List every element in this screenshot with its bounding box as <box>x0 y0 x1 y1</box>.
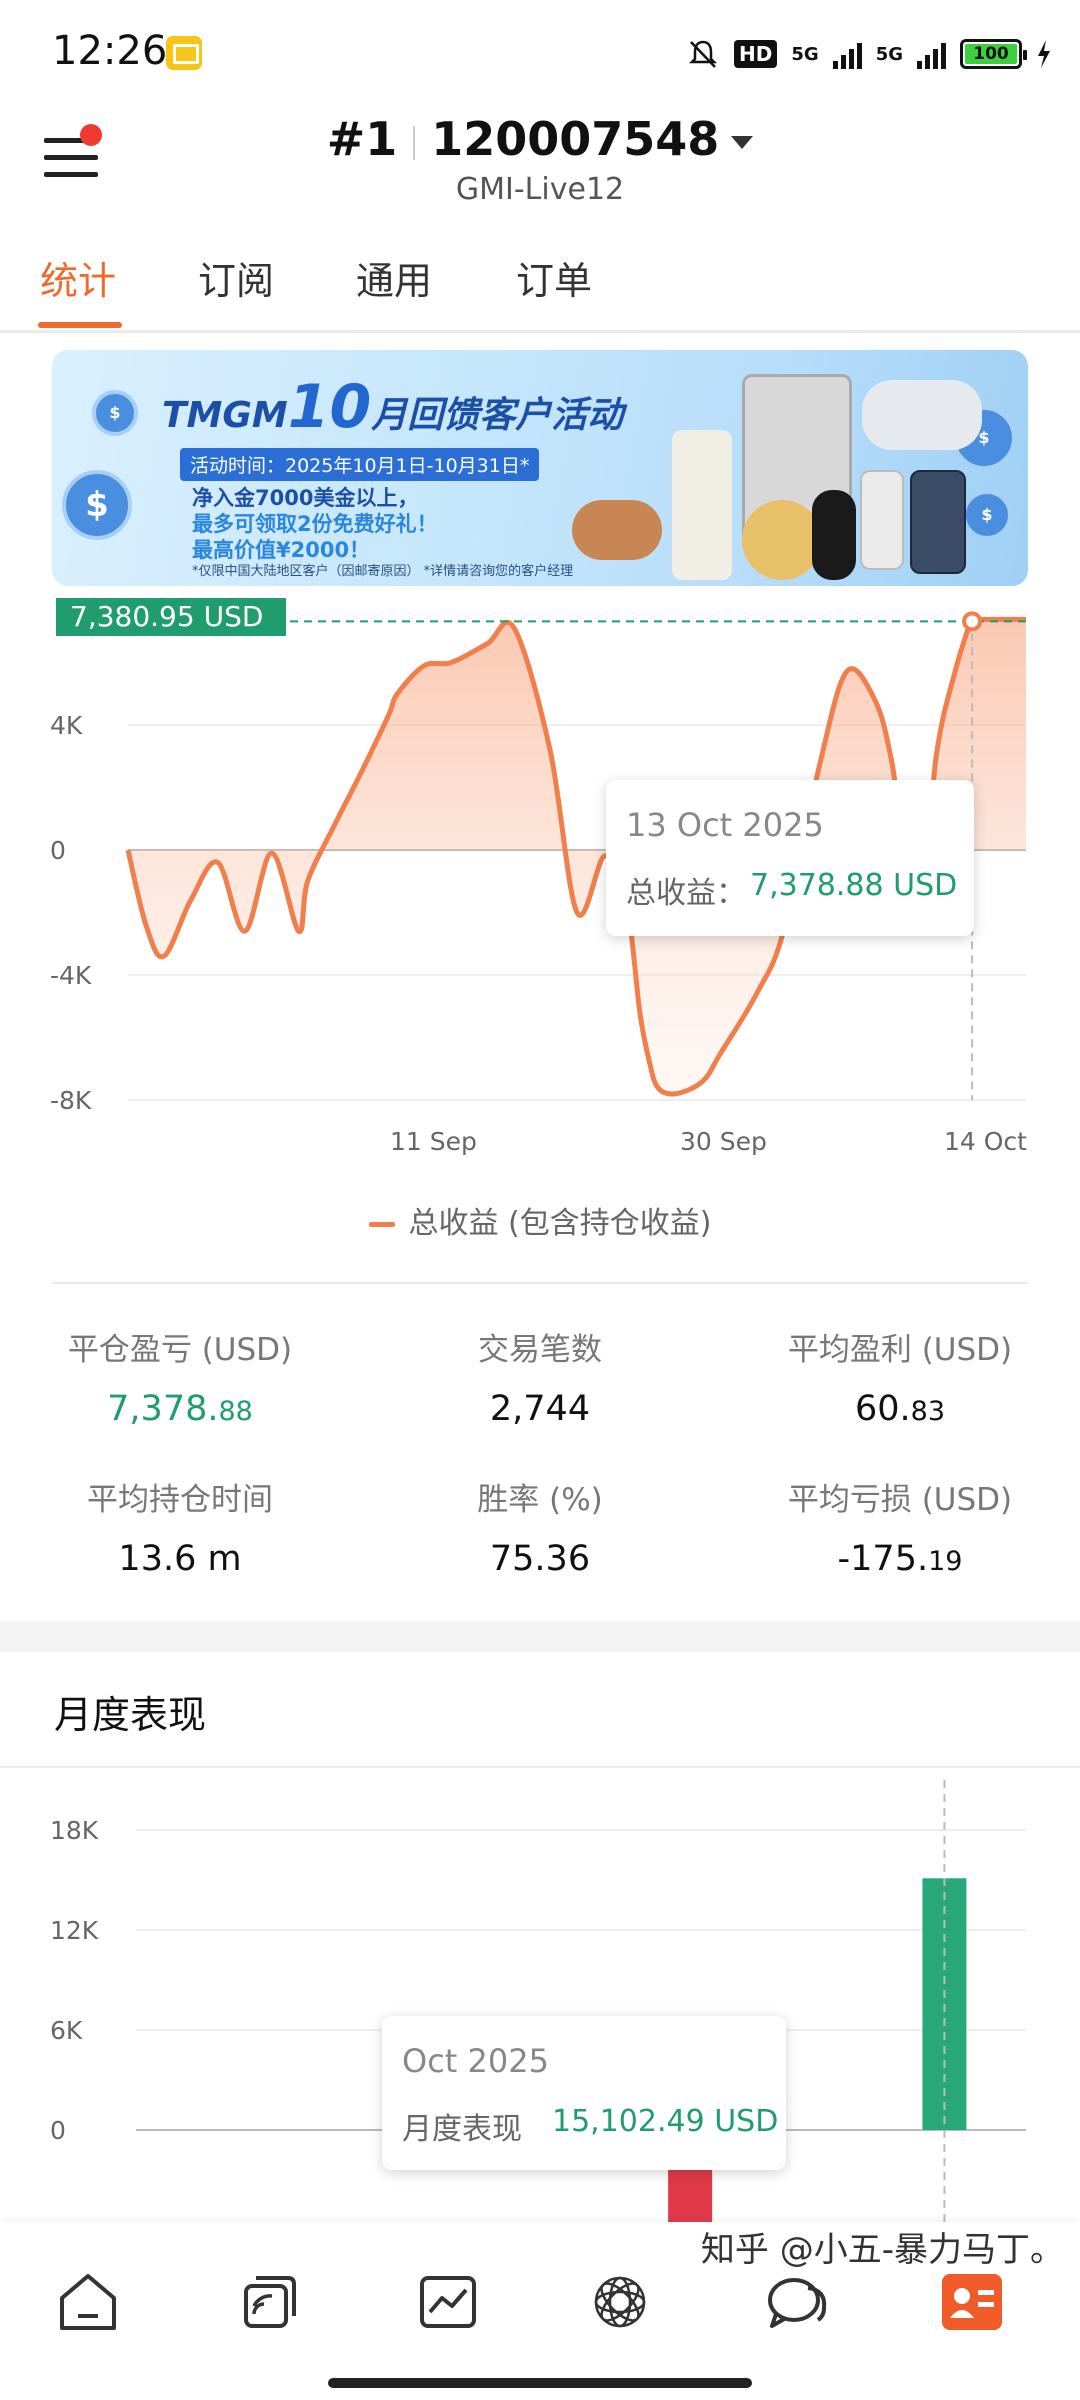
y-tick-label: 18K <box>50 1816 99 1845</box>
server-name: GMI-Live12 <box>455 172 625 207</box>
status-time: 12:26 <box>52 28 168 74</box>
stat-value: -175.19 <box>837 1539 963 1579</box>
section-gap <box>0 1622 1080 1652</box>
stat-label: 胜率 (%) <box>477 1482 603 1518</box>
mail-notification-icon <box>166 36 202 70</box>
y-tick-label: -4K <box>50 961 92 990</box>
stat-value: 75.36 <box>489 1539 591 1579</box>
stat-trade-count: 交易笔数 2,744 <box>370 1324 710 1429</box>
tab-subscribe[interactable]: 订阅 <box>198 250 274 305</box>
home-icon[interactable] <box>48 2262 128 2342</box>
account-card-icon[interactable] <box>932 2262 1012 2342</box>
stat-avg-profit: 平均盈利 (USD) 60.83 <box>730 1324 1070 1429</box>
discover-icon[interactable] <box>580 2262 660 2342</box>
y-tick-label: 0 <box>50 2116 66 2145</box>
legend-swatch <box>368 1222 395 1227</box>
banner-note: *仅限中国大陆地区客户（因邮寄原因） *详情请咨询您的客户经理 <box>192 564 574 579</box>
stat-value: 13.6 m <box>118 1539 242 1579</box>
bell-muted-icon <box>689 40 718 68</box>
stat-win-rate: 胜率 (%) 75.36 <box>370 1474 710 1579</box>
monthly-title: 月度表现 <box>54 1693 207 1737</box>
account-index: #1 <box>326 112 398 166</box>
x-tick-label: 14 Oct <box>944 1127 1027 1156</box>
product-image-phone <box>860 470 904 570</box>
stat-label: 平均亏损 (USD) <box>787 1482 1013 1518</box>
watermark: 知乎 @小五-暴力马丁。 <box>700 2230 1064 2270</box>
tooltip-value: 7,378.88 USD <box>750 868 958 903</box>
account-switcher[interactable]: #1 120007548 <box>0 112 1080 166</box>
signal-icon-2 <box>917 39 946 69</box>
tooltip-value: 15,102.49 USD <box>552 2104 779 2139</box>
stat-avg-loss: 平均亏损 (USD) -175.19 <box>730 1474 1070 1579</box>
y-tick-label: -8K <box>50 1086 92 1115</box>
product-image-supplement <box>742 500 822 580</box>
banner-title: TMGM10月回馈客户活动 <box>162 372 624 442</box>
tooltip-label: 月度表现 <box>402 2112 522 2147</box>
pnl-tooltip: 13 Oct 2025 总收益： 7,378.88 USD <box>606 780 974 936</box>
x-tick-label: 30 Sep <box>680 1127 767 1156</box>
stat-closed-pnl: 平仓盈亏 (USD) 7,378.88 <box>10 1324 350 1429</box>
chevron-down-icon <box>731 136 754 149</box>
network-label-1: 5G <box>791 43 819 65</box>
product-image-drone <box>862 380 982 450</box>
coin-icon <box>62 470 132 540</box>
charging-icon <box>1038 40 1050 68</box>
tab-statistics[interactable]: 统计 <box>40 250 116 305</box>
stat-value: 60.83 <box>854 1389 946 1429</box>
tab-general[interactable]: 通用 <box>356 250 432 305</box>
tooltip-label: 总收益： <box>626 876 746 911</box>
chat-icon[interactable] <box>758 2262 838 2342</box>
y-tick-label: 4K <box>50 711 83 740</box>
tab-bar: 统计 订阅 通用 订单 <box>0 250 1080 332</box>
tab-orders[interactable]: 订单 <box>516 250 592 305</box>
max-value-label: 7,380.95 USD <box>56 598 286 636</box>
battery-icon: 100 <box>960 39 1027 69</box>
tooltip-date: Oct 2025 <box>402 2042 549 2080</box>
divider <box>0 1766 1080 1768</box>
stat-label: 平均盈利 (USD) <box>787 1332 1013 1368</box>
stat-label: 平仓盈亏 (USD) <box>67 1332 293 1368</box>
divider <box>52 1282 1028 1284</box>
tabs-divider <box>0 330 1080 333</box>
pnl-legend[interactable]: 总收益 (包含持仓收益) <box>0 1198 1080 1242</box>
banner-date: 活动时间：2025年10月1日-10月31日* <box>180 448 540 481</box>
monthly-tooltip: Oct 2025 月度表现 15,102.49 USD <box>382 2016 786 2170</box>
stat-label: 平均持仓时间 <box>87 1482 273 1518</box>
tooltip-date: 13 Oct 2025 <box>626 806 824 844</box>
stat-value: 7,378.88 <box>107 1389 253 1429</box>
hd-badge: HD <box>734 40 778 68</box>
product-image-band <box>812 490 856 580</box>
y-tick-label: 12K <box>50 1916 99 1945</box>
x-tick-label: 11 Sep <box>390 1127 477 1156</box>
home-indicator[interactable] <box>328 2378 752 2388</box>
highlight-point <box>962 611 983 632</box>
stat-value: 2,744 <box>489 1389 591 1429</box>
legend-label: 总收益 (包含持仓收益) <box>408 1206 712 1241</box>
product-image-phone <box>910 470 966 574</box>
product-image-tumbler <box>672 430 732 580</box>
signal-icon-1 <box>832 39 862 69</box>
network-label-2: 5G <box>875 43 903 65</box>
chart-icon[interactable] <box>408 2262 488 2342</box>
y-tick-label: 6K <box>50 2016 83 2045</box>
coin-icon <box>92 390 138 436</box>
account-number: 120007548 <box>431 112 720 166</box>
stat-label: 交易笔数 <box>478 1332 602 1368</box>
coin-icon <box>962 490 1012 540</box>
product-image-massager <box>572 500 662 560</box>
status-icons: HD 5G 5G 100 <box>686 32 1052 76</box>
promo-banner[interactable]: TMGM10月回馈客户活动 活动时间：2025年10月1日-10月31日* 净入… <box>52 350 1028 586</box>
y-tick-label: 0 <box>50 836 66 865</box>
copy-trading-icon[interactable] <box>228 2262 308 2342</box>
active-tab-indicator <box>38 322 122 328</box>
stat-avg-hold-time: 平均持仓时间 13.6 m <box>10 1474 350 1579</box>
